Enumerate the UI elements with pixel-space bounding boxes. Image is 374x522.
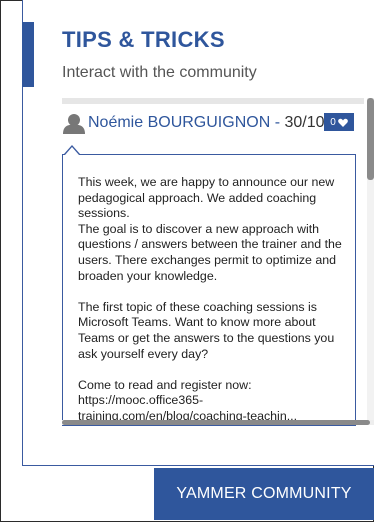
- post-message-bubble[interactable]: This week, we are happy to announce our …: [62, 154, 356, 426]
- post-paragraph: Come to read and register now: https://m…: [78, 377, 298, 423]
- post-message: This week, we are happy to announce our …: [78, 175, 344, 425]
- widget-title: TIPS & TRICKS: [62, 27, 225, 52]
- post-paragraph: The first topic of these coaching sessio…: [78, 299, 335, 361]
- yammer-community-button[interactable]: YAMMER COMMUNITY: [154, 468, 374, 520]
- like-button[interactable]: 0: [324, 113, 354, 131]
- post-separator: -: [270, 114, 285, 131]
- post-date: 30/10: [284, 114, 325, 131]
- heart-icon: [337, 118, 348, 127]
- post-author[interactable]: Noémie BOURGUIGNON: [88, 114, 270, 132]
- user-avatar-icon: [63, 114, 85, 134]
- vertical-scrollbar[interactable]: [367, 98, 374, 420]
- post-paragraph: This week, we are happy to announce our …: [78, 175, 342, 283]
- horizontal-scrollbar[interactable]: [62, 420, 374, 425]
- horizontal-scrollbar-thumb[interactable]: [62, 420, 370, 425]
- post-header: Noémie BOURGUIGNON - 30/10: [62, 111, 325, 135]
- like-count: 0: [330, 116, 336, 128]
- vertical-scrollbar-thumb[interactable]: [367, 98, 374, 180]
- feed-divider: [62, 98, 364, 104]
- widget-subtitle: Interact with the community: [62, 64, 257, 81]
- bubble-pointer-fill: [65, 147, 79, 155]
- accent-bar: [22, 22, 34, 87]
